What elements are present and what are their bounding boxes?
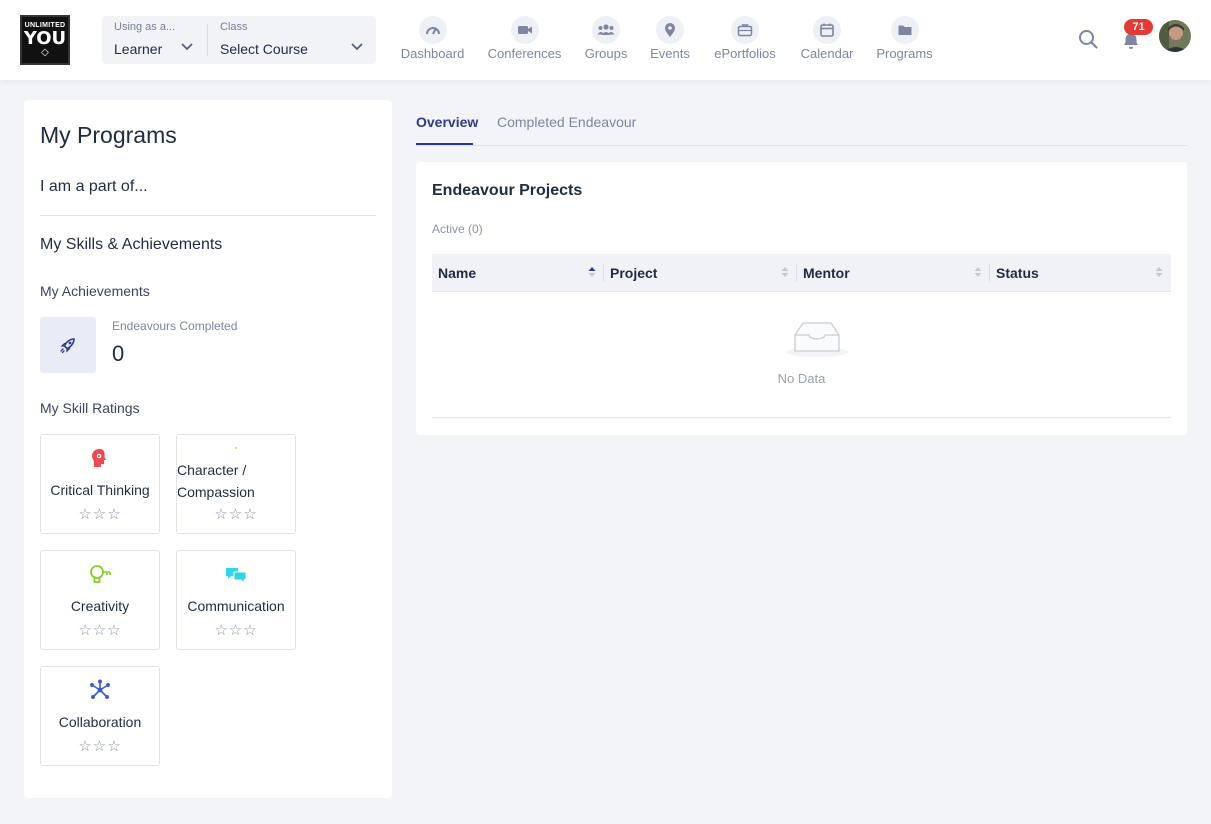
nav-events[interactable]: Events	[650, 16, 690, 66]
nav-label: Events	[650, 46, 690, 61]
nav-label: Calendar	[800, 46, 854, 61]
chevron-down-icon	[181, 43, 193, 51]
gauge-icon	[418, 16, 447, 44]
empty-state: No Data	[432, 292, 1171, 418]
skill-name: Collaboration	[58, 714, 142, 730]
nav-label: Dashboard	[400, 46, 465, 61]
using-as-value: Learner	[114, 41, 163, 57]
sort-icon[interactable]	[588, 265, 596, 279]
skill-name: Creativity	[70, 598, 130, 614]
map-pin-icon	[656, 16, 684, 44]
tab-overview[interactable]: Overview	[416, 114, 478, 130]
nav-conferences[interactable]: Conferences	[488, 16, 561, 66]
tab-bar: Overview Completed Endeavour	[416, 100, 1187, 146]
nav-label: Programs	[876, 46, 933, 61]
divider	[40, 215, 376, 216]
my-programs-panel: My Programs I am a part of... My Skills …	[24, 100, 392, 798]
sort-icon[interactable]	[1155, 265, 1163, 279]
column-header-project[interactable]: Project	[610, 265, 657, 281]
avatar[interactable]	[1159, 20, 1191, 52]
skill-name: Critical Thinking	[50, 482, 150, 498]
nav-programs[interactable]: Programs	[876, 16, 933, 66]
skill-card-character-compassion[interactable]: Character / Compassion ☆☆☆	[176, 434, 296, 534]
chevron-down-icon	[351, 43, 363, 51]
empty-inbox-icon	[786, 322, 848, 357]
nav-label: Groups	[584, 46, 628, 61]
column-separator	[796, 264, 797, 282]
unlimited-you-logo[interactable]: UNLIMITED YOU ◇	[20, 15, 70, 65]
notification-badge[interactable]: 71	[1124, 19, 1153, 35]
tab-completed-endeavour[interactable]: Completed Endeavour	[497, 114, 636, 130]
column-header-name[interactable]: Name	[438, 265, 476, 281]
achievement-badge	[40, 317, 96, 373]
active-tab-indicator	[416, 143, 473, 145]
section-title: Endeavour Projects	[432, 182, 583, 199]
star-rating[interactable]: ☆☆☆	[41, 621, 159, 639]
top-bar: UNLIMITED YOU ◇ Using as a... Learner Cl…	[0, 0, 1211, 80]
skill-ratings-heading: My Skill Ratings	[40, 400, 140, 416]
briefcase-icon	[731, 16, 759, 44]
folder-icon	[890, 16, 919, 44]
empty-state-text: No Data	[777, 371, 826, 386]
chat-bubbles-icon	[177, 563, 295, 587]
skill-name: Communication	[187, 598, 285, 614]
search-icon[interactable]	[1077, 28, 1099, 50]
class-value: Select Course	[220, 41, 308, 57]
star-rating[interactable]: ☆☆☆	[41, 737, 159, 755]
network-icon	[41, 679, 159, 703]
star-rating[interactable]: ☆☆☆	[177, 621, 295, 639]
page-title: My Programs	[40, 122, 177, 148]
role-class-selector: Using as a... Learner Class Select Cours…	[102, 16, 376, 64]
skill-card-communication[interactable]: Communication ☆☆☆	[176, 550, 296, 650]
using-as-caption: Using as a...	[114, 21, 176, 33]
active-count: Active (0)	[432, 222, 483, 236]
column-header-mentor[interactable]: Mentor	[803, 265, 850, 281]
nav-dashboard[interactable]: Dashboard	[401, 16, 464, 66]
sort-icon[interactable]	[781, 265, 789, 279]
skill-card-creativity[interactable]: Creativity ☆☆☆	[40, 550, 160, 650]
skills-achievements-heading: My Skills & Achievements	[40, 236, 223, 253]
nav-label: ePortfolios	[714, 46, 776, 61]
video-icon	[510, 16, 539, 44]
column-separator	[989, 264, 990, 282]
column-header-status[interactable]: Status	[996, 265, 1039, 281]
nav-calendar[interactable]: Calendar	[801, 16, 853, 66]
using-as-select[interactable]: Using as a... Learner	[102, 16, 206, 64]
achievement-label: Endeavours Completed	[112, 319, 238, 333]
endeavour-projects-card: Endeavour Projects Active (0) Name Proje…	[416, 162, 1187, 435]
calendar-icon	[813, 16, 841, 44]
nav-eportfolios[interactable]: ePortfolios	[713, 16, 777, 66]
nav-label: Conferences	[487, 46, 562, 61]
brain-gear-icon	[41, 447, 159, 471]
users-icon	[592, 16, 620, 44]
star-rating[interactable]: ☆☆☆	[177, 505, 295, 523]
logo-line-2: YOU	[23, 28, 67, 49]
achievement-value: 0	[112, 341, 125, 366]
lightbulb-icon	[41, 563, 159, 587]
achievements-heading: My Achievements	[40, 283, 150, 299]
skill-name: Character / Compassion	[177, 462, 255, 500]
class-select[interactable]: Class Select Course	[208, 16, 376, 64]
logo-line-3: ◇	[41, 47, 49, 58]
part-of-heading: I am a part of...	[40, 178, 148, 195]
skill-card-critical-thinking[interactable]: Critical Thinking ☆☆☆	[40, 434, 160, 534]
star-rating[interactable]: ☆☆☆	[41, 505, 159, 523]
table-header: Name Project Mentor Status	[432, 254, 1171, 292]
sort-icon[interactable]	[974, 265, 982, 279]
rocket-icon	[60, 338, 75, 354]
class-caption: Class	[220, 21, 248, 33]
column-separator	[603, 264, 604, 282]
skill-card-collaboration[interactable]: Collaboration ☆☆☆	[40, 666, 160, 766]
nav-groups[interactable]: Groups	[585, 16, 627, 66]
